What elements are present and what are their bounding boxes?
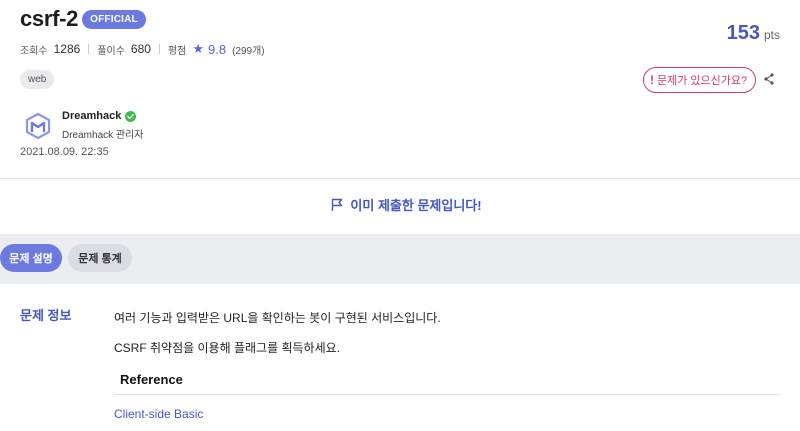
problem-info-title: 문제 정보 (20, 308, 72, 323)
views-label: 조회수 (20, 45, 48, 57)
flag-icon (332, 198, 343, 211)
rating-value: 9.8 (208, 41, 227, 57)
official-badge: OFFICIAL (82, 9, 146, 29)
reference-divider (114, 394, 780, 395)
report-problem-label: 문제가 있으신가요? (657, 75, 748, 87)
reference-heading: Reference (120, 372, 183, 387)
solves-label: 풀이수 (97, 45, 125, 57)
challenge-title: csrf-2 (20, 6, 79, 31)
header-divider (0, 178, 800, 179)
rating-label: 평점 (167, 45, 187, 57)
tab-bar: 문제 설명 문제 통계 (0, 234, 800, 284)
report-problem-button[interactable]: ! 문제가 있으신가요? (643, 67, 757, 93)
author-info: Dreamhack Dreamhack 관리자 (62, 110, 144, 141)
tab-description[interactable]: 문제 설명 (0, 244, 62, 272)
points-unit: pts (763, 28, 780, 42)
submitted-text: 이미 제출한 문제입니다! (350, 198, 482, 213)
points-value: 153 (726, 22, 760, 44)
description-paragraph: 여러 기능과 입력받은 URL을 확인하는 봇이 구현된 서비스입니다. (114, 311, 441, 325)
author-name: Dreamhack (62, 110, 122, 122)
solves-count: 680 (130, 42, 151, 56)
dreamhack-logo-icon (25, 112, 51, 139)
share-icon[interactable] (762, 72, 776, 86)
challenge-header: csrf-2 OFFICIAL 조회수 1286 풀이수 680 평점 ★ 9.… (0, 0, 800, 178)
challenge-stats: 조회수 1286 풀이수 680 평점 ★ 9.8 (299개) (20, 41, 265, 57)
published-date: 2021.08.09. 22:35 (20, 146, 109, 158)
star-icon: ★ (192, 41, 205, 56)
stats-divider (88, 44, 90, 54)
exclamation-icon: ! (650, 73, 654, 87)
rating-count: (299개) (232, 45, 265, 57)
author-name-row: Dreamhack (62, 110, 144, 122)
tag-web[interactable]: web (20, 70, 55, 89)
reference-link[interactable]: Client-side Basic (114, 407, 203, 421)
author-block[interactable]: Dreamhack Dreamhack 관리자 (24, 110, 144, 141)
description-paragraph: CSRF 취약점을 이용해 플래그를 획득하세요. (114, 341, 340, 355)
views-count: 1286 (53, 42, 81, 56)
submitted-notice: 이미 제출한 문제입니다! (0, 195, 800, 214)
verified-check-icon (125, 110, 137, 122)
title-row: csrf-2 OFFICIAL (20, 6, 146, 32)
stats-divider (158, 44, 160, 54)
author-role: Dreamhack 관리자 (62, 130, 144, 141)
tab-statistics[interactable]: 문제 통계 (68, 244, 132, 272)
challenge-points: 153 pts (727, 22, 780, 45)
